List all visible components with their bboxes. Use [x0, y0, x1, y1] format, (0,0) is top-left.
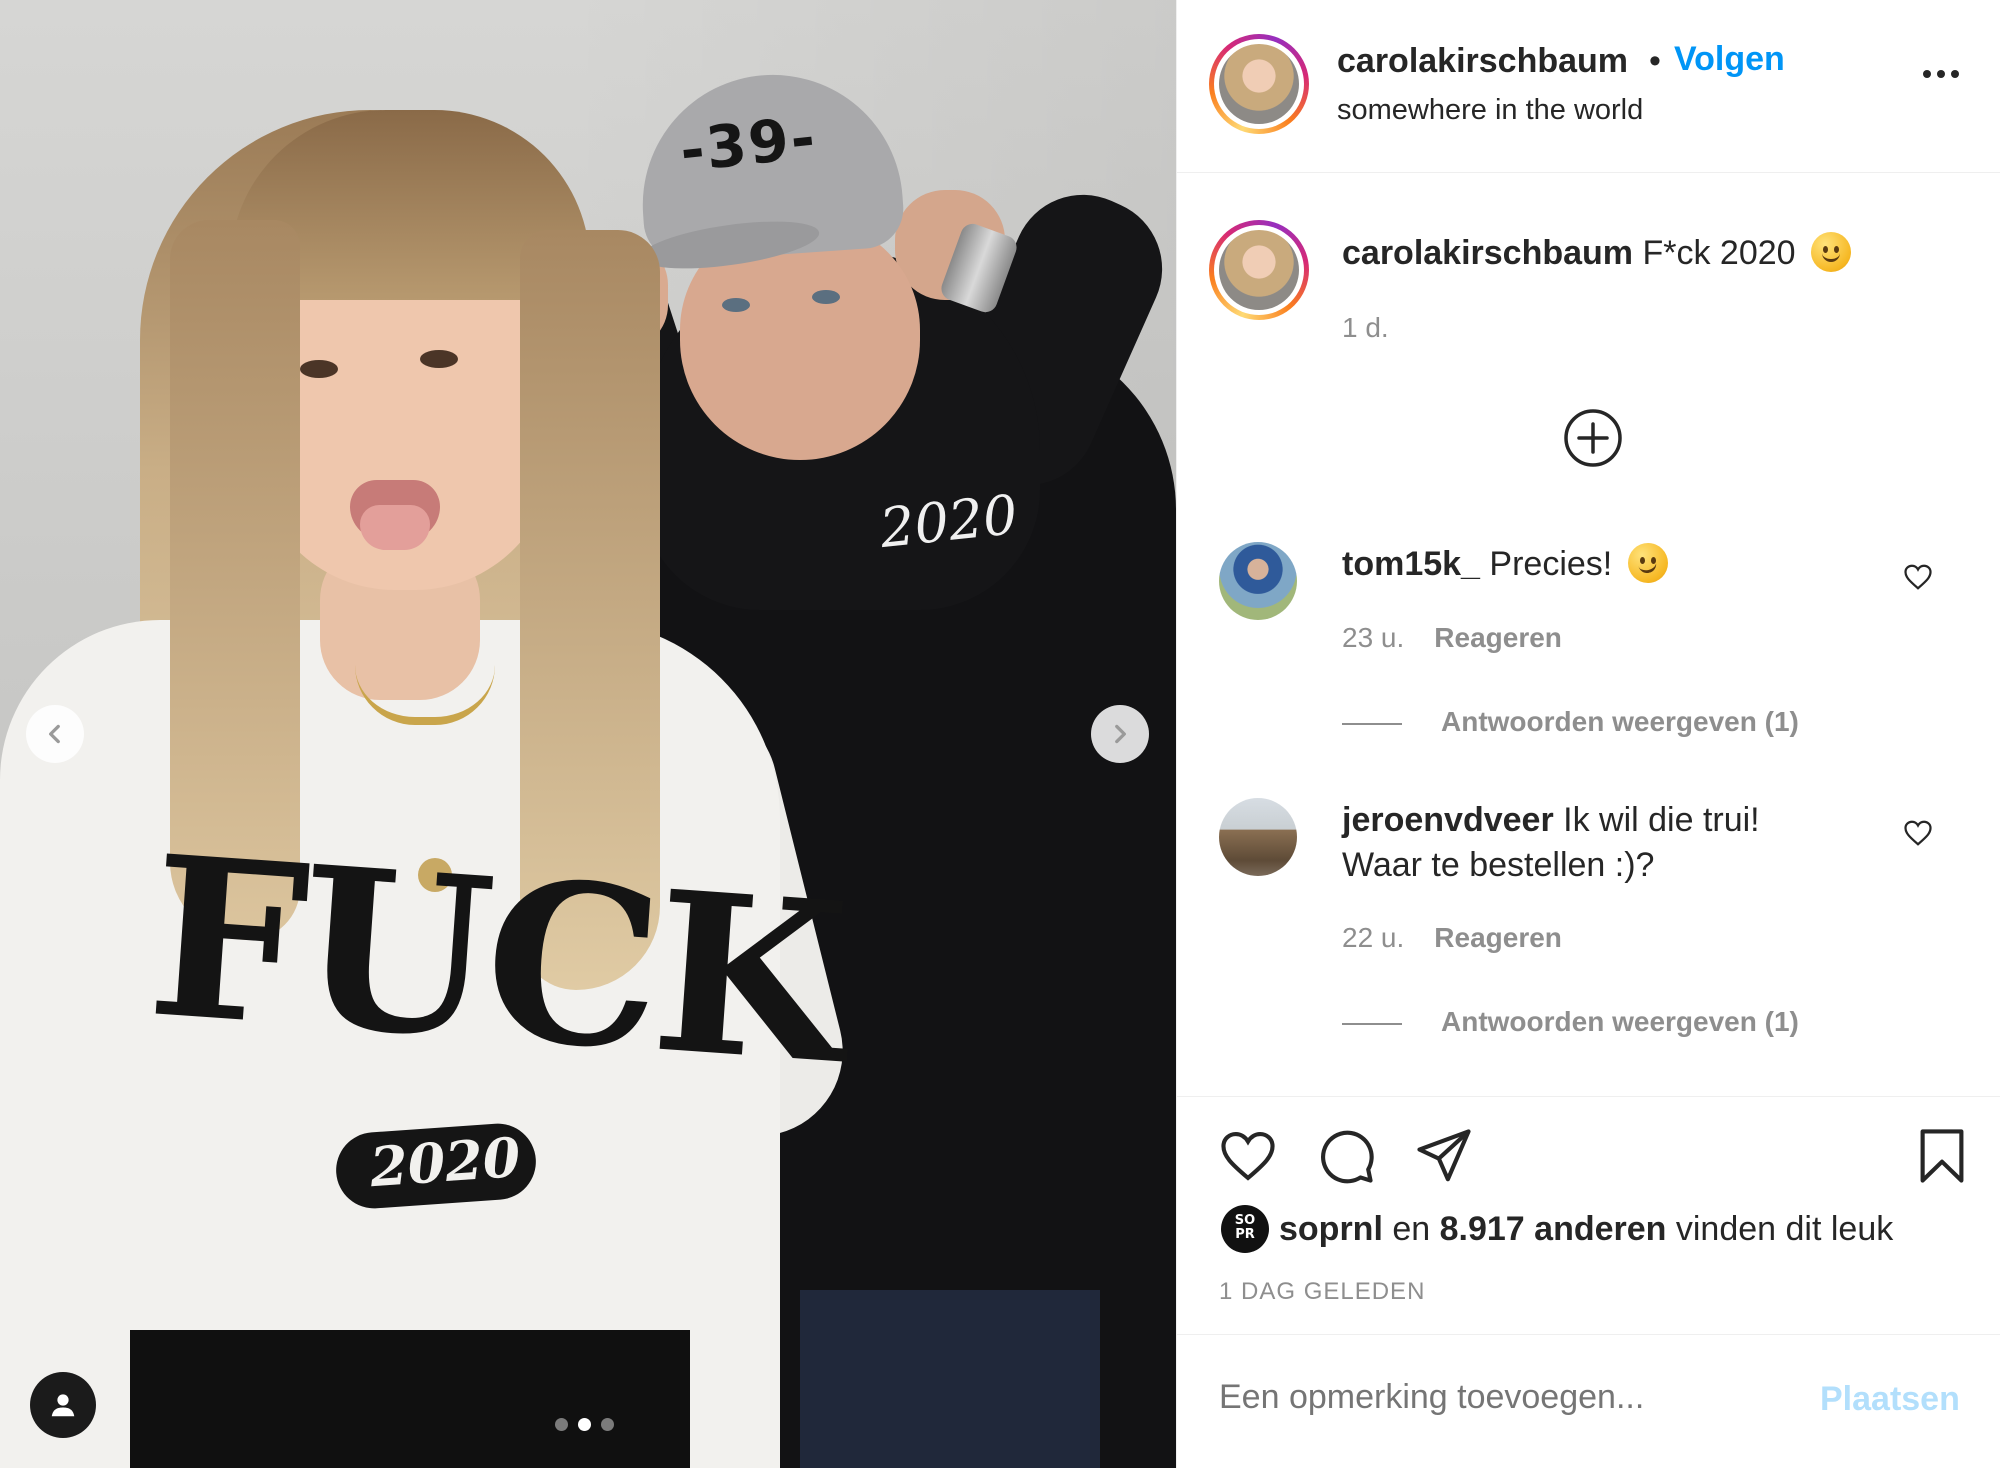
- view-replies-button[interactable]: Antwoorden weergeven (1): [1441, 706, 1799, 738]
- comment-reply-button[interactable]: Reageren: [1434, 922, 1562, 953]
- tagged-users-button[interactable]: [30, 1372, 96, 1438]
- more-horizontal-icon: [1923, 70, 1931, 78]
- caption-avatar[interactable]: [1209, 220, 1309, 320]
- paper-plane-icon: [1417, 1129, 1471, 1182]
- smirking-face-emoji-icon: [1627, 543, 1668, 583]
- post-caption: carolakirschbaum F*ck 2020: [1342, 232, 1852, 273]
- replies-divider: [1342, 723, 1402, 725]
- carousel-prev-button[interactable]: [26, 705, 84, 763]
- heart-icon: [1221, 1131, 1275, 1181]
- comment-button[interactable]: [1315, 1125, 1377, 1187]
- header-avatar[interactable]: [1209, 34, 1309, 134]
- add-comment-input[interactable]: [1219, 1378, 1779, 1417]
- smiling-face-emoji-icon: [1811, 232, 1852, 272]
- comment-meta: 23 u. Reageren: [1342, 622, 1562, 654]
- post-comment-button[interactable]: Plaatsen: [1820, 1380, 1960, 1419]
- caption-text: F*ck 2020: [1642, 234, 1796, 272]
- comment-body: tom15k_ Precies!: [1342, 542, 1668, 587]
- liker-username[interactable]: soprnl: [1279, 1210, 1383, 1248]
- save-button[interactable]: [1911, 1125, 1973, 1187]
- caption-username[interactable]: carolakirschbaum: [1342, 234, 1633, 272]
- comment-username[interactable]: tom15k_: [1342, 545, 1480, 583]
- comment-avatar[interactable]: [1219, 798, 1297, 876]
- post-timestamp[interactable]: 1 DAG GELEDEN: [1219, 1278, 1425, 1306]
- like-button[interactable]: [1217, 1125, 1279, 1187]
- comment-like-button[interactable]: [1903, 818, 1933, 848]
- actions-divider: [1177, 1096, 2000, 1097]
- comment-like-button[interactable]: [1903, 562, 1933, 592]
- liker-avatar[interactable]: SO PR: [1221, 1205, 1269, 1253]
- bookmark-icon: [1920, 1129, 1964, 1183]
- post-location[interactable]: somewhere in the world: [1337, 94, 1643, 127]
- comment-text: Ik wil die trui!: [1563, 801, 1760, 839]
- share-button[interactable]: [1413, 1125, 1475, 1187]
- comment-reply-button[interactable]: Reageren: [1434, 622, 1562, 653]
- comment-username[interactable]: jeroenvdveer: [1342, 801, 1554, 839]
- likes-count-link[interactable]: 8.917 anderen: [1440, 1210, 1667, 1248]
- view-replies-button[interactable]: Antwoorden weergeven (1): [1441, 1006, 1799, 1038]
- photo-shirt-print: FUCK: [141, 806, 849, 1113]
- follow-button[interactable]: Volgen: [1674, 40, 1785, 79]
- comment-meta: 22 u. Reageren: [1342, 922, 1562, 954]
- caption-timestamp[interactable]: 1 d.: [1342, 312, 1389, 344]
- comment-avatar[interactable]: [1219, 542, 1297, 620]
- post-photo[interactable]: -39- 2020 FUCK 2020: [0, 0, 1176, 1468]
- comment-text-line2: Waar te bestellen :)?: [1342, 846, 1655, 884]
- load-more-comments-button[interactable]: [1563, 408, 1623, 468]
- photo-cap-print: -39-: [676, 103, 821, 185]
- chevron-left-icon: [49, 724, 60, 744]
- carousel-dot: [555, 1418, 568, 1431]
- more-options-button[interactable]: [1923, 70, 1959, 78]
- likes-summary: soprnl en 8.917 anderen vinden dit leuk: [1279, 1210, 1894, 1248]
- post-details-panel: carolakirschbaum • Volgen somewhere in t…: [1176, 0, 2000, 1468]
- comment-text: Precies!: [1489, 545, 1613, 583]
- carousel-next-button[interactable]: [1091, 705, 1149, 763]
- profile-picture: [1219, 44, 1299, 124]
- comment-time[interactable]: 22 u.: [1342, 922, 1404, 953]
- comment-icon: [1321, 1130, 1374, 1184]
- comment-body: jeroenvdveer Ik wil die trui! Waar te be…: [1342, 798, 1760, 888]
- carousel-dot-active: [578, 1418, 591, 1431]
- replies-divider: [1342, 1023, 1402, 1025]
- carousel-indicator: [555, 1418, 614, 1431]
- header-separator: •: [1649, 42, 1661, 80]
- profile-picture: [1219, 230, 1299, 310]
- user-tag-icon: [51, 1394, 75, 1417]
- comment-time[interactable]: 23 u.: [1342, 622, 1404, 653]
- chevron-right-icon: [1115, 724, 1126, 744]
- comment-box-divider: [1177, 1334, 2000, 1335]
- header-divider: [1177, 172, 2000, 173]
- header-username[interactable]: carolakirschbaum: [1337, 42, 1628, 81]
- photo-shirt-print-year: 2020: [367, 1124, 523, 1200]
- carousel-dot: [601, 1418, 614, 1431]
